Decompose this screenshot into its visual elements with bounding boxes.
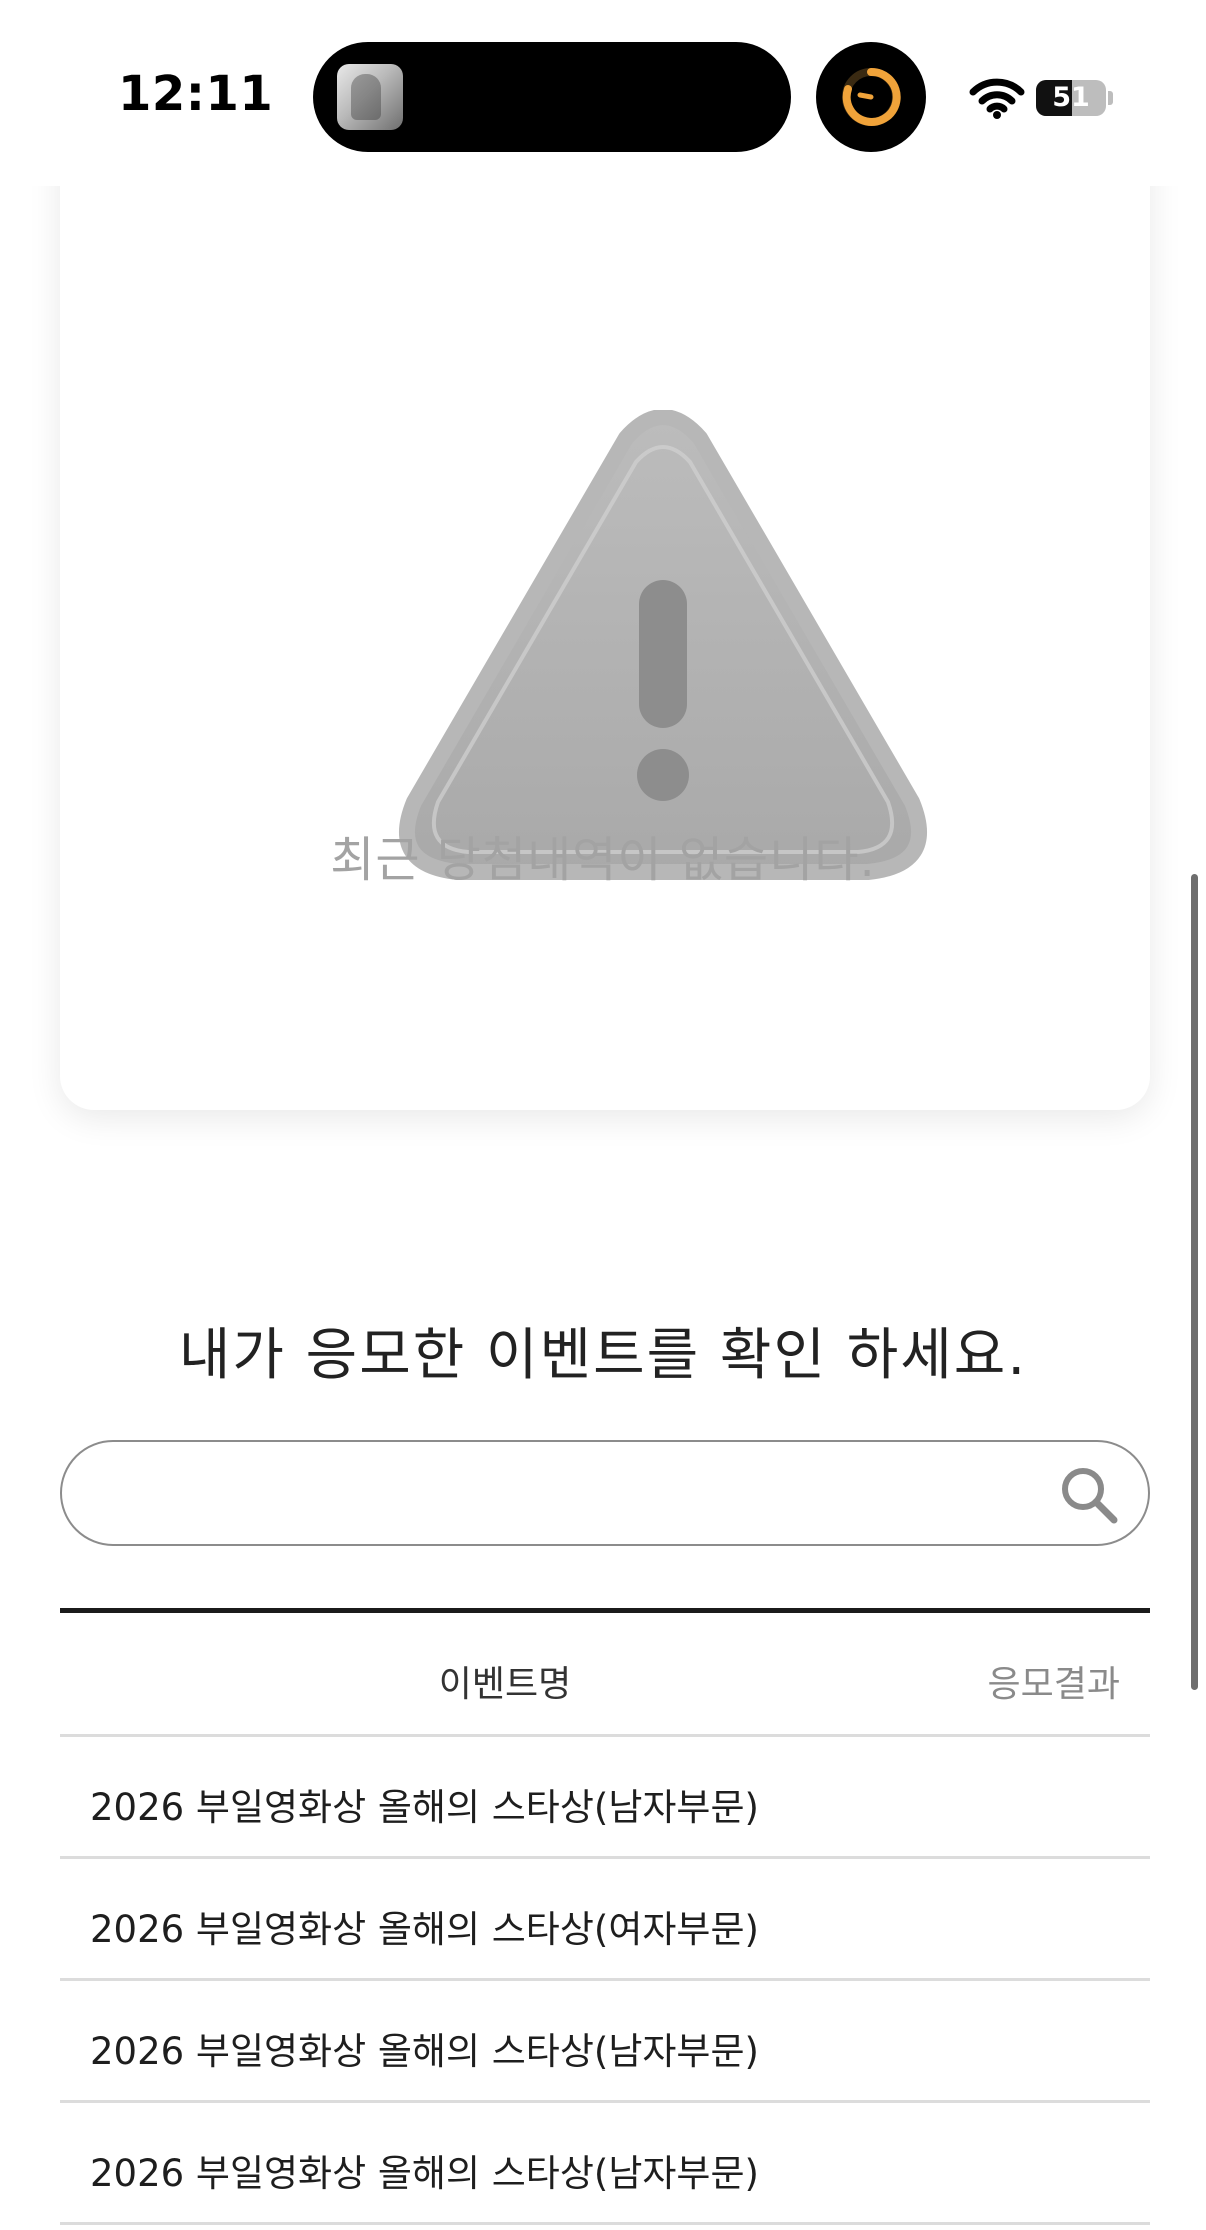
table-row[interactable]: 2026 부일영화상 올해의 스타상(여자부문) xyxy=(60,1859,1150,1981)
column-header-event-name: 이벤트명 xyxy=(438,1664,572,1705)
battery-percent: 51 xyxy=(1052,82,1090,113)
event-title[interactable]: 2026 부일영화상 올해의 스타상(남자부문) xyxy=(90,2143,759,2197)
search-icon[interactable] xyxy=(1058,1464,1120,1526)
warning-icon xyxy=(398,410,928,880)
scrollbar[interactable] xyxy=(1191,874,1198,1690)
section-title: 내가 응모한 이벤트를 확인 하세요. xyxy=(178,1323,1028,1388)
page: 12:11 51 최근 당첨내역이 없습니다. 내가 응모한 이벤트를 확인 하… xyxy=(0,0,1206,2230)
empty-state-message: 최근 당첨내역이 없습니다. xyxy=(330,832,876,888)
table-row[interactable]: 2026 부일영화상 올해의 스타상(남자부문) xyxy=(60,1981,1150,2103)
search-input[interactable] xyxy=(106,1462,1056,1524)
search-box[interactable] xyxy=(60,1440,1150,1546)
timer-icon[interactable] xyxy=(816,42,926,152)
now-playing-thumbnail[interactable] xyxy=(337,64,403,130)
status-time: 12:11 xyxy=(118,66,274,122)
wifi-icon xyxy=(969,78,1025,119)
event-title[interactable]: 2026 부일영화상 올해의 스타상(남자부문) xyxy=(90,2021,759,2075)
dynamic-island[interactable] xyxy=(313,42,791,152)
event-title[interactable]: 2026 부일영화상 올해의 스타상(남자부문) xyxy=(90,1777,759,1831)
event-table: 이벤트명 응모결과 2026 부일영화상 올해의 스타상(남자부문) 2026 … xyxy=(60,1608,1150,2225)
table-header: 이벤트명 응모결과 xyxy=(60,1613,1150,1737)
table-row[interactable]: 2026 부일영화상 올해의 스타상(남자부문) xyxy=(60,2103,1150,2225)
status-bar: 12:11 51 xyxy=(0,0,1206,186)
table-row[interactable]: 2026 부일영화상 올해의 스타상(남자부문) xyxy=(60,1737,1150,1859)
event-title[interactable]: 2026 부일영화상 올해의 스타상(여자부문) xyxy=(90,1899,759,1953)
battery-icon: 51 xyxy=(1036,80,1113,116)
recent-wins-card xyxy=(60,120,1150,1110)
column-header-result: 응모결과 xyxy=(987,1664,1120,1705)
